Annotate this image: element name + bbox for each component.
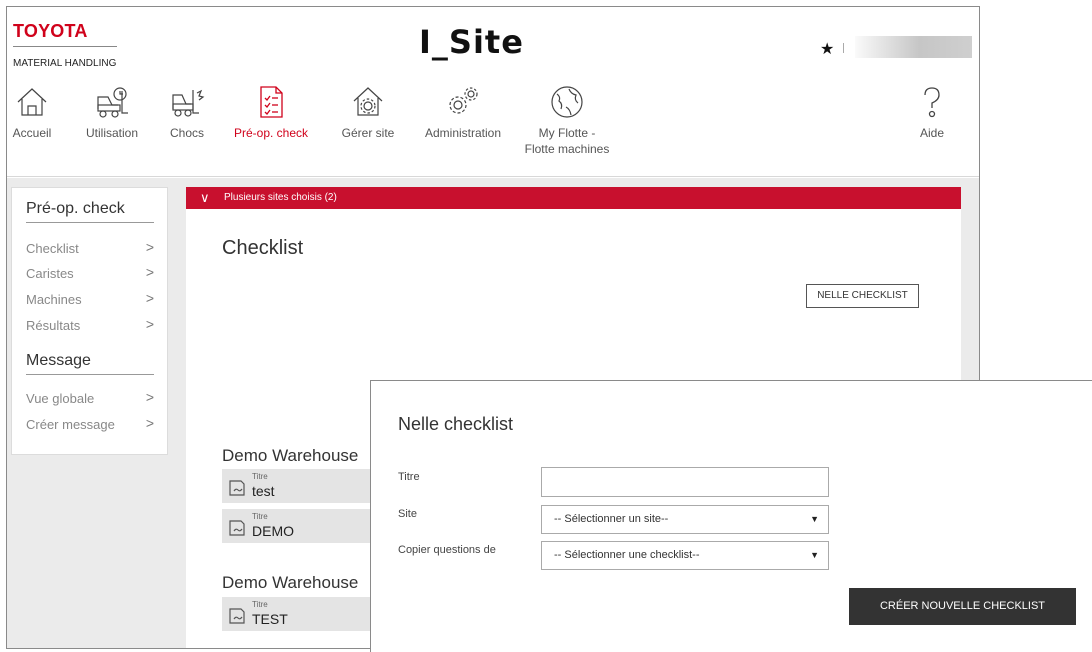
nav-label-line2: Flotte machines <box>524 142 610 156</box>
favorite-star-icon[interactable]: ★ <box>820 39 834 58</box>
sidebar-item-machines[interactable]: Machines > <box>26 290 154 307</box>
checklist-doc-icon <box>229 520 245 536</box>
checklist-card[interactable]: Titre test <box>222 469 382 503</box>
card-label: Titre <box>252 472 268 481</box>
titre-label: Titre <box>398 471 420 483</box>
nav-label-line1: My Flotte - <box>538 126 596 140</box>
sidebar-item-checklist[interactable]: Checklist > <box>26 239 154 256</box>
copy-select[interactable]: -- Sélectionner une checklist-- ▼ <box>541 541 829 570</box>
nav-label: Pré-op. check <box>233 126 309 140</box>
site-group-title: Demo Warehouse <box>222 573 359 592</box>
user-menu-redacted[interactable] <box>855 36 972 58</box>
checklist-card[interactable]: Titre TEST <box>222 597 382 631</box>
copy-select-value: -- Sélectionner une checklist-- <box>554 549 700 561</box>
nav-label: Utilisation <box>85 126 139 140</box>
site-select-value: -- Sélectionner un site-- <box>554 513 669 525</box>
chevron-right-icon: > <box>145 415 154 431</box>
nav-item-administration[interactable]: Administration <box>418 85 508 141</box>
site-selector-label: Plusieurs sites choisis (2) <box>224 192 337 203</box>
house-gear-icon <box>353 87 383 116</box>
sidebar-item-vue-globale[interactable]: Vue globale > <box>26 389 154 406</box>
brand-logo[interactable]: TOYOTA <box>13 21 88 42</box>
home-icon <box>17 88 47 116</box>
gears-icon <box>449 87 478 114</box>
sidebar-item-resultats[interactable]: Résultats > <box>26 316 154 333</box>
nav-label: Accueil <box>12 126 52 140</box>
card-value: test <box>252 483 275 499</box>
brand-division: MATERIAL HANDLING <box>13 58 117 69</box>
chevron-right-icon: > <box>145 239 154 255</box>
nav-item-my-flotte[interactable]: My Flotte - Flotte machines <box>513 85 621 157</box>
checklist-icon <box>260 86 283 118</box>
copy-label: Copier questions de <box>398 544 496 556</box>
chevron-down-icon: ∨ <box>200 190 210 205</box>
logo-divider <box>13 46 117 47</box>
titre-input[interactable] <box>541 467 829 497</box>
help-icon <box>924 87 940 118</box>
card-value: DEMO <box>252 523 294 539</box>
new-checklist-button[interactable]: NELLE CHECKLIST <box>806 284 919 308</box>
forklift-clock-icon <box>97 87 128 118</box>
checklist-doc-icon <box>229 480 245 496</box>
new-checklist-dialog: Nelle checklist Titre Site -- Sélectionn… <box>370 380 1092 652</box>
nav-label: Aide <box>919 126 945 140</box>
forklift-impact-icon <box>172 89 205 117</box>
nav-label: Gérer site <box>341 126 395 140</box>
sidebar-item-creer-message[interactable]: Créer message > <box>26 415 154 432</box>
nav-label: Chocs <box>169 126 204 140</box>
create-checklist-button[interactable]: CRÉER NOUVELLE CHECKLIST <box>849 588 1076 625</box>
globe-icon <box>551 86 583 118</box>
dialog-title: Nelle checklist <box>398 414 514 434</box>
app-title: I_Site <box>419 23 524 61</box>
site-label: Site <box>398 508 417 520</box>
sidebar-divider <box>26 222 154 223</box>
card-label: Titre <box>252 600 268 609</box>
nav-item-gerer-site[interactable]: Gérer site <box>333 85 403 141</box>
sidebar-item-caristes[interactable]: Caristes > <box>26 264 154 281</box>
site-select[interactable]: -- Sélectionner un site-- ▼ <box>541 505 829 534</box>
dropdown-caret-icon: ▼ <box>810 550 819 560</box>
site-group-title: Demo Warehouse <box>222 446 359 465</box>
chevron-right-icon: > <box>145 389 154 405</box>
sidebar-section-title: Pré-op. check <box>26 200 125 217</box>
nav-item-pre-op-check[interactable]: Pré-op. check <box>229 85 313 141</box>
sidebar-section-title: Message <box>26 352 91 369</box>
checklist-card[interactable]: Titre DEMO <box>222 509 382 543</box>
sidebar: Pré-op. check Checklist > Caristes > Machi… <box>11 187 168 455</box>
page-title: Checklist <box>222 237 304 259</box>
chevron-right-icon: > <box>145 290 154 306</box>
dropdown-caret-icon: ▼ <box>810 514 819 524</box>
nav-item-utilisation[interactable]: Utilisation <box>77 85 147 141</box>
sidebar-divider <box>26 374 154 375</box>
chevron-right-icon: > <box>145 316 154 332</box>
nav-item-accueil[interactable]: Accueil <box>7 85 57 141</box>
header-separator <box>843 43 844 53</box>
nav-item-aide[interactable]: Aide <box>907 85 957 141</box>
card-value: TEST <box>252 611 288 627</box>
card-label: Titre <box>252 512 268 521</box>
chevron-right-icon: > <box>145 264 154 280</box>
site-selector-bar[interactable]: ∨ Plusieurs sites choisis (2) <box>186 187 961 209</box>
nav-label: Administration <box>424 126 502 140</box>
checklist-doc-icon <box>229 608 245 624</box>
nav-item-chocs[interactable]: Chocs <box>165 85 209 141</box>
header: TOYOTA MATERIAL HANDLING I_Site ★ Accuei… <box>7 7 979 177</box>
